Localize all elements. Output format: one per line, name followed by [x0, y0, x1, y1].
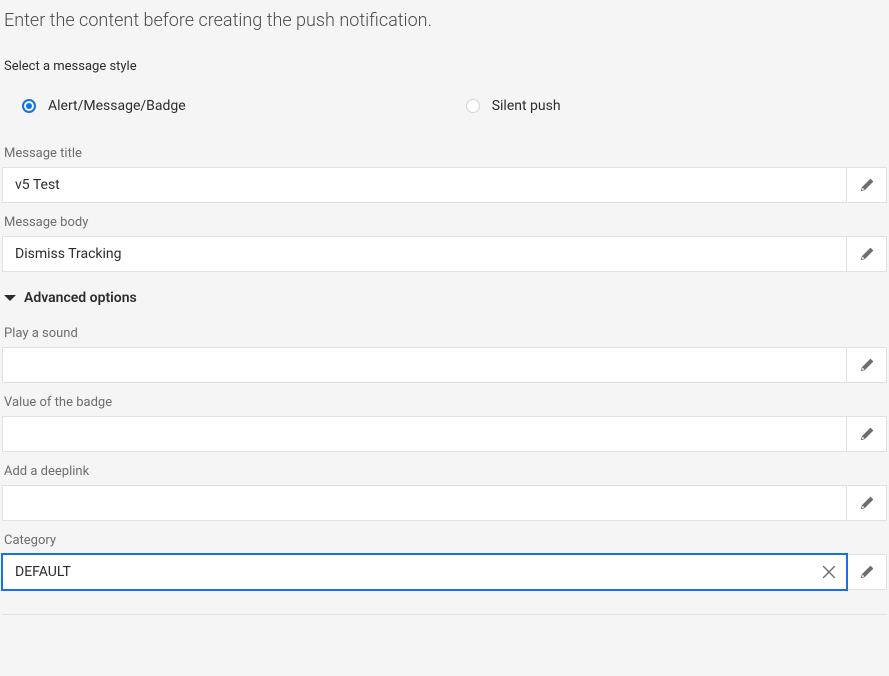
message-title-input[interactable] [2, 167, 847, 203]
edit-deeplink-button[interactable] [847, 485, 887, 521]
advanced-options-toggle[interactable]: Advanced options [2, 272, 887, 314]
category-label: Category [2, 521, 887, 554]
radio-icon [466, 99, 480, 113]
edit-sound-button[interactable] [847, 347, 887, 383]
pencil-icon [860, 427, 874, 441]
radio-label-alert: Alert/Message/Badge [48, 98, 186, 114]
pencil-icon [860, 565, 874, 579]
badge-input[interactable] [2, 416, 847, 452]
message-style-radios: Alert/Message/Badge Silent push [2, 80, 887, 134]
page-title: Enter the content before creating the pu… [2, 0, 887, 49]
edit-badge-button[interactable] [847, 416, 887, 452]
message-title-label: Message title [2, 134, 887, 167]
radio-option-silent[interactable]: Silent push [466, 98, 561, 114]
divider [2, 614, 887, 615]
close-icon [822, 565, 836, 579]
advanced-options-title: Advanced options [24, 290, 137, 306]
category-input[interactable] [2, 554, 847, 590]
pencil-icon [860, 178, 874, 192]
edit-title-button[interactable] [847, 167, 887, 203]
radio-option-alert[interactable]: Alert/Message/Badge [22, 98, 186, 114]
deeplink-label: Add a deeplink [2, 452, 887, 485]
style-section-label: Select a message style [2, 49, 887, 80]
sound-input[interactable] [2, 347, 847, 383]
edit-body-button[interactable] [847, 236, 887, 272]
message-body-input[interactable] [2, 236, 847, 272]
radio-icon [22, 99, 36, 113]
pencil-icon [860, 358, 874, 372]
badge-label: Value of the badge [2, 383, 887, 416]
message-body-label: Message body [2, 203, 887, 236]
radio-label-silent: Silent push [492, 98, 561, 114]
edit-category-button[interactable] [847, 554, 887, 590]
pencil-icon [860, 247, 874, 261]
sound-label: Play a sound [2, 314, 887, 347]
chevron-down-icon [4, 292, 16, 304]
deeplink-input[interactable] [2, 485, 847, 521]
pencil-icon [860, 496, 874, 510]
clear-category-button[interactable] [819, 562, 839, 582]
